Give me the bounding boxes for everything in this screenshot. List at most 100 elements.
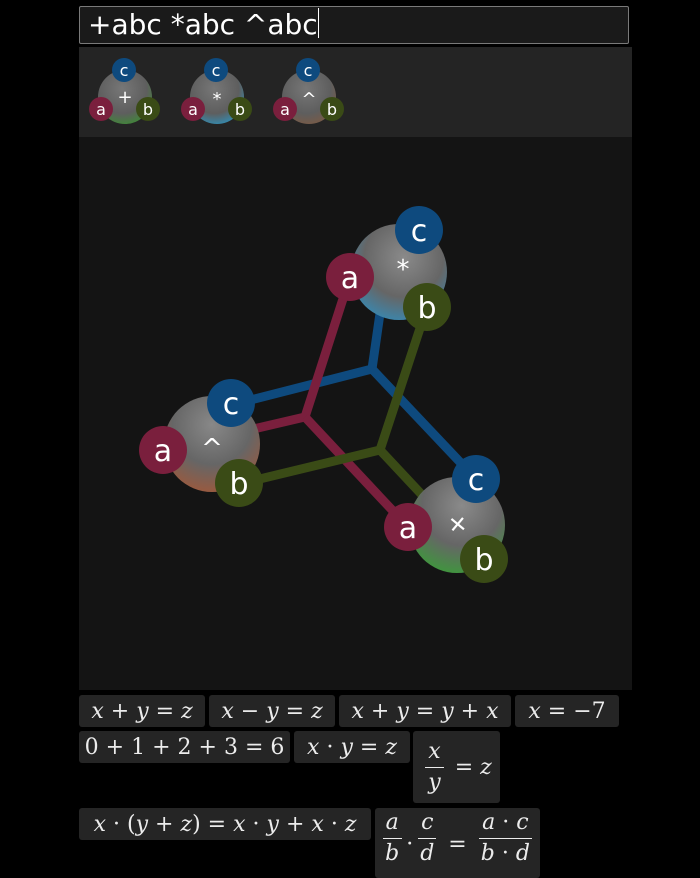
fraction-numerator: a · c bbox=[479, 810, 532, 839]
eq-symbol: d bbox=[515, 841, 530, 866]
eq-symbol: a bbox=[482, 810, 496, 835]
eq-symbol: y bbox=[266, 811, 279, 837]
palette-node-multiply[interactable]: * c a b bbox=[181, 58, 252, 124]
operator-symbol: * bbox=[213, 89, 222, 110]
eq-symbol: x bbox=[486, 698, 499, 724]
operator-symbol: + bbox=[117, 87, 132, 108]
eq-symbol: = bbox=[547, 698, 567, 724]
eq-symbol: + bbox=[110, 698, 130, 724]
equation-chip[interactable]: x + y = y + x bbox=[339, 695, 511, 727]
eq-symbol: · bbox=[501, 841, 509, 866]
port-c-label: c bbox=[468, 463, 485, 498]
fraction-numerator: c bbox=[418, 810, 437, 839]
eq-symbol: + bbox=[285, 811, 305, 837]
eq-symbol: · bbox=[326, 734, 334, 760]
eq-symbol: = bbox=[415, 698, 435, 724]
fraction-numerator: a bbox=[382, 810, 402, 839]
palette-node-power[interactable]: ^ c a b bbox=[273, 58, 344, 124]
fraction-denominator: y bbox=[428, 769, 441, 795]
eq-symbol: 1 bbox=[131, 734, 146, 760]
port-b-label: b bbox=[235, 100, 245, 119]
equation-chip[interactable]: x · y = z bbox=[294, 731, 410, 763]
port-b-label: b bbox=[327, 100, 337, 119]
eq-symbol: x bbox=[221, 698, 234, 724]
port-c-label: c bbox=[212, 61, 221, 80]
expression-input[interactable]: +abc *abc ^abc bbox=[79, 6, 629, 44]
eq-symbol: = bbox=[155, 698, 175, 724]
eq-symbol: z bbox=[181, 698, 193, 724]
eq-symbol: z bbox=[385, 734, 397, 760]
palette-node-add[interactable]: + c a b bbox=[89, 58, 160, 124]
eq-symbol: 3 bbox=[223, 734, 238, 760]
eq-symbol: = bbox=[285, 698, 305, 724]
port-b-label: b bbox=[229, 467, 248, 502]
expression-input-text: +abc *abc ^abc bbox=[88, 8, 318, 41]
port-b-label: b bbox=[143, 100, 153, 119]
graph-canvas[interactable]: * c a b ^ c a b + c a b bbox=[79, 137, 632, 690]
port-a-label: a bbox=[280, 100, 290, 119]
eq-symbol: x bbox=[311, 811, 324, 837]
equation-chip[interactable]: x · (y + z) = x · y + x · z bbox=[79, 808, 371, 840]
eq-symbol: −7 bbox=[573, 698, 606, 724]
eq-symbol: ( bbox=[127, 811, 136, 837]
eq-symbol: x bbox=[528, 698, 541, 724]
eq-symbol: · bbox=[330, 811, 338, 837]
eq-symbol: y bbox=[396, 698, 409, 724]
eq-symbol: x bbox=[91, 698, 104, 724]
graph-node-power[interactable]: ^ c a b bbox=[139, 379, 263, 507]
eq-symbol: = bbox=[207, 811, 227, 837]
fraction-numerator: x bbox=[425, 739, 444, 768]
operator-symbol: * bbox=[397, 255, 410, 285]
eq-symbol: 0 bbox=[84, 734, 99, 760]
port-c-label: c bbox=[304, 61, 313, 80]
eq-symbol: 6 bbox=[270, 734, 285, 760]
equation-chip[interactable]: 0 + 1 + 2 + 3 = 6 bbox=[79, 731, 290, 763]
fraction: a · c b · d bbox=[478, 810, 533, 867]
port-a-label: a bbox=[188, 100, 198, 119]
eq-symbol: = bbox=[454, 754, 474, 780]
eq-symbol: ) bbox=[192, 811, 201, 837]
operator-symbol: ^ bbox=[301, 89, 316, 110]
equation-chip[interactable]: a b · c d = a · c b · d bbox=[375, 808, 540, 878]
eq-symbol: · bbox=[252, 811, 260, 837]
eq-symbol: · bbox=[406, 831, 414, 857]
eq-symbol: = bbox=[359, 734, 379, 760]
eq-symbol: + bbox=[198, 734, 217, 760]
fraction: a b bbox=[382, 810, 402, 867]
equation-chip[interactable]: x = −7 bbox=[515, 695, 619, 727]
port-a-label: a bbox=[341, 261, 359, 296]
fraction-denominator: d bbox=[420, 841, 435, 866]
operator-symbol: ^ bbox=[201, 434, 223, 464]
eq-symbol: · bbox=[502, 810, 510, 835]
fraction: c d bbox=[417, 810, 437, 867]
eq-symbol: z bbox=[180, 811, 193, 837]
port-a-label: a bbox=[154, 434, 172, 469]
port-b-label: b bbox=[474, 543, 493, 578]
eq-symbol: − bbox=[240, 698, 260, 724]
port-b-label: b bbox=[417, 291, 436, 326]
eq-symbol: y bbox=[136, 698, 149, 724]
equation-chip[interactable]: x − y = z bbox=[209, 695, 335, 727]
port-c-label: c bbox=[223, 387, 240, 422]
fraction-denominator: b bbox=[385, 841, 400, 866]
eq-symbol: y bbox=[135, 811, 149, 837]
eq-symbol: z bbox=[344, 811, 357, 837]
eq-symbol: y bbox=[441, 698, 454, 724]
eq-symbol: z bbox=[311, 698, 323, 724]
eq-symbol: x bbox=[233, 811, 246, 837]
eq-symbol: + bbox=[370, 698, 390, 724]
port-c-label: c bbox=[411, 214, 428, 249]
eq-symbol: x bbox=[307, 734, 320, 760]
eq-symbol: y bbox=[340, 734, 353, 760]
equation-chip[interactable]: x + y = z bbox=[79, 695, 205, 727]
port-a-label: a bbox=[399, 511, 417, 546]
eq-symbol: + bbox=[460, 698, 480, 724]
eq-symbol: = bbox=[244, 734, 264, 760]
fraction: x y bbox=[425, 739, 444, 796]
fraction-denominator: b · d bbox=[478, 839, 533, 867]
text-caret bbox=[317, 8, 319, 38]
equation-chip[interactable]: x y = z bbox=[413, 731, 500, 803]
eq-symbol: b bbox=[480, 841, 495, 866]
graph-node-multiply[interactable]: * c a b bbox=[326, 206, 451, 331]
port-c-label: c bbox=[120, 61, 129, 80]
